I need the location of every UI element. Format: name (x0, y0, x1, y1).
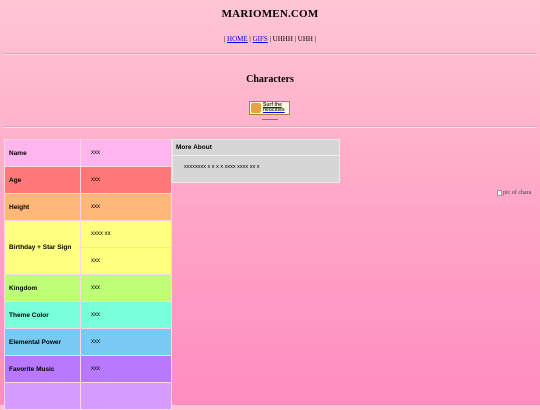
neocities-badge[interactable]: Surf the neocities (249, 101, 290, 115)
neocities-cat-icon (251, 103, 261, 113)
table-row: Age xxx (4, 166, 172, 194)
badge-text: Surf the neocities (263, 102, 285, 113)
row-label-birthday: Birthday + Star Sign (4, 220, 81, 275)
row-value-favorite-music: xxx (80, 355, 172, 383)
nav-link-home[interactable]: HOME (227, 35, 248, 43)
row-value-height: xxx (80, 193, 172, 221)
broken-image-icon (497, 190, 502, 196)
more-about-panel: More About xxxxxxxx x x x x xxxx xxxx xx… (172, 139, 340, 183)
row-value-theme-color: xxx (80, 301, 172, 329)
table-row: Name xxx (4, 139, 172, 167)
row-label-kingdom: Kingdom (4, 274, 81, 302)
nav-link-gifs[interactable]: GIFS (253, 35, 268, 43)
tiny-link[interactable] (262, 117, 278, 120)
row-label-age: Age (4, 166, 81, 194)
table-row: Height xxx (4, 193, 172, 221)
character-info-table: Name xxx Age xxx Height xxx Birthday + S… (4, 139, 172, 410)
row-label-height: Height (4, 193, 81, 221)
row-value-birthday: xxxx xx (80, 220, 172, 248)
table-row: Theme Color xxx (4, 301, 172, 329)
section-title: Characters (246, 74, 294, 85)
table-row: Kingdom xxx (4, 274, 172, 302)
row-label-theme-color: Theme Color (4, 301, 81, 329)
picture-alt-text: pic of chara (503, 190, 532, 196)
row-value-next (80, 382, 172, 410)
nav-bar: | HOME | GIFS | UHHH | UHH | (0, 35, 540, 43)
row-label-next (4, 382, 81, 410)
row-value-age: xxx (80, 166, 172, 194)
divider (3, 53, 537, 55)
row-label-favorite-music: Favorite Music (4, 355, 81, 383)
more-about-heading: More About (173, 140, 339, 156)
divider (3, 126, 537, 128)
table-row (4, 382, 172, 410)
row-value-elemental-power: xxx (80, 328, 172, 356)
nav-item-uhhh: UHHH (272, 35, 293, 43)
site-title: MARIOMEN.COM (221, 8, 319, 20)
row-value-star-sign: xxx (80, 247, 172, 275)
more-about-text: xxxxxxxx x x x x xxxx xxxx xx x (184, 164, 260, 170)
table-row: Birthday + Star Sign xxxx xx (4, 220, 172, 275)
row-label-name: Name (4, 139, 81, 167)
nav-item-uhh: UHH (297, 35, 313, 43)
table-row: Favorite Music xxx (4, 355, 172, 383)
nav-separator: | (312, 35, 317, 43)
table-row: Elemental Power xxx (4, 328, 172, 356)
row-label-elemental-power: Elemental Power (4, 328, 81, 356)
row-value-name: xxx (80, 139, 172, 167)
character-picture: pic of chara (497, 190, 531, 196)
row-value-kingdom: xxx (80, 274, 172, 302)
